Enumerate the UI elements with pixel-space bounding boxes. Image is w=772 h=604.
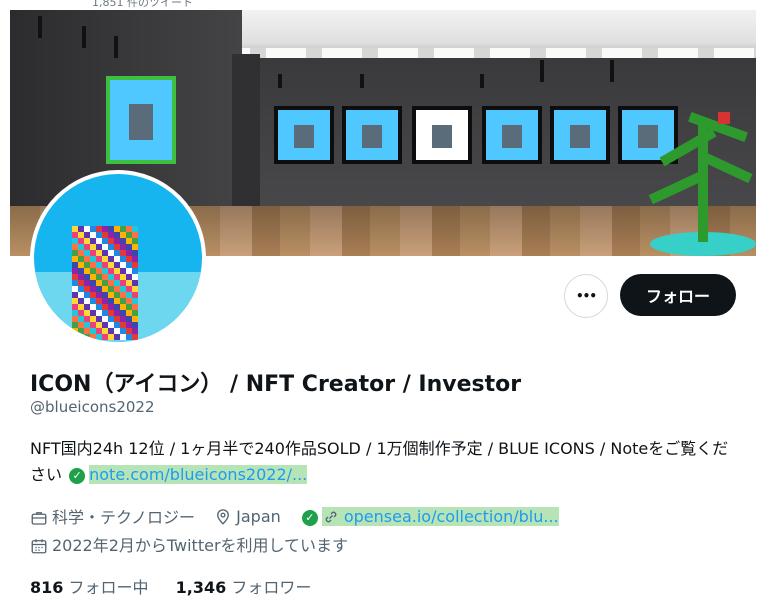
website-link-group[interactable]: opensea.io/collection/blu...: [321, 506, 559, 526]
follow-button[interactable]: フォロー: [620, 274, 736, 316]
following-count[interactable]: 816 フォロー中: [30, 578, 149, 597]
profile-joined: 2022年2月からTwitterを利用しています: [30, 532, 348, 556]
pixel-plant: [638, 102, 756, 252]
spotlight: [278, 74, 282, 88]
spotlight: [480, 74, 484, 88]
bio-link[interactable]: note.com/blueicons2022/...: [89, 465, 308, 484]
gallery-artwork: [106, 76, 176, 164]
spotlight: [114, 36, 118, 58]
spotlight: [82, 26, 86, 48]
spotlight: [540, 60, 544, 82]
briefcase-icon: [31, 512, 47, 525]
gallery-artwork: [342, 106, 402, 164]
avatar-pixel: [132, 334, 138, 340]
link-icon: [325, 511, 337, 522]
joined-text: 2022年2月からTwitterを利用しています: [52, 536, 349, 555]
avatar-image: [34, 174, 202, 342]
banner-ceiling-lights: [210, 48, 756, 58]
followers-number: 1,346: [175, 578, 227, 597]
profile-meta: 科学・テクノロジー Japan ✓ opensea.io/collection/b…: [30, 504, 573, 528]
location-icon: [217, 508, 230, 525]
header-strip: 1,851 件のツイート: [0, 0, 772, 10]
profile-location: Japan: [214, 507, 281, 526]
follow-counts: 816 フォロー中 1,346 フォロワー: [30, 574, 333, 598]
gallery-artwork: [550, 106, 610, 164]
profile-avatar[interactable]: [30, 170, 206, 346]
spotlight: [38, 16, 42, 38]
tweet-count: 1,851 件のツイート: [92, 0, 193, 9]
gallery-artwork: [412, 106, 472, 164]
check-icon: ✓: [301, 509, 318, 526]
avatar-pixel-art: [72, 226, 140, 340]
check-icon: ✓: [69, 468, 86, 484]
profile-handle: @blueicons2022: [30, 398, 155, 416]
banner-pillar: [232, 54, 260, 224]
following-label: フォロー中: [68, 578, 149, 597]
profile-website: ✓ opensea.io/collection/blu...: [300, 506, 559, 526]
spotlight: [360, 74, 364, 88]
gallery-artwork: [274, 106, 334, 164]
profile-bio: NFT国内24h 12位 / 1ヶ月半で240作品SOLD / 1万個制作予定 …: [30, 436, 742, 488]
calendar-icon: [31, 539, 47, 554]
followers-count[interactable]: 1,346 フォロワー: [176, 578, 312, 597]
website-link[interactable]: opensea.io/collection/blu...: [344, 507, 559, 526]
gallery-artwork: [482, 106, 542, 164]
profile-name: ICON（アイコン） / NFT Creator / Investor: [30, 372, 522, 397]
category-text: 科学・テクノロジー: [52, 508, 196, 527]
following-number: 816: [30, 578, 64, 597]
followers-label: フォロワー: [231, 578, 312, 597]
more-options-button[interactable]: •••: [564, 274, 608, 318]
more-icon: •••: [575, 289, 597, 303]
spotlight: [610, 60, 614, 82]
profile-category: 科学・テクノロジー: [30, 504, 195, 528]
location-text: Japan: [236, 506, 281, 526]
